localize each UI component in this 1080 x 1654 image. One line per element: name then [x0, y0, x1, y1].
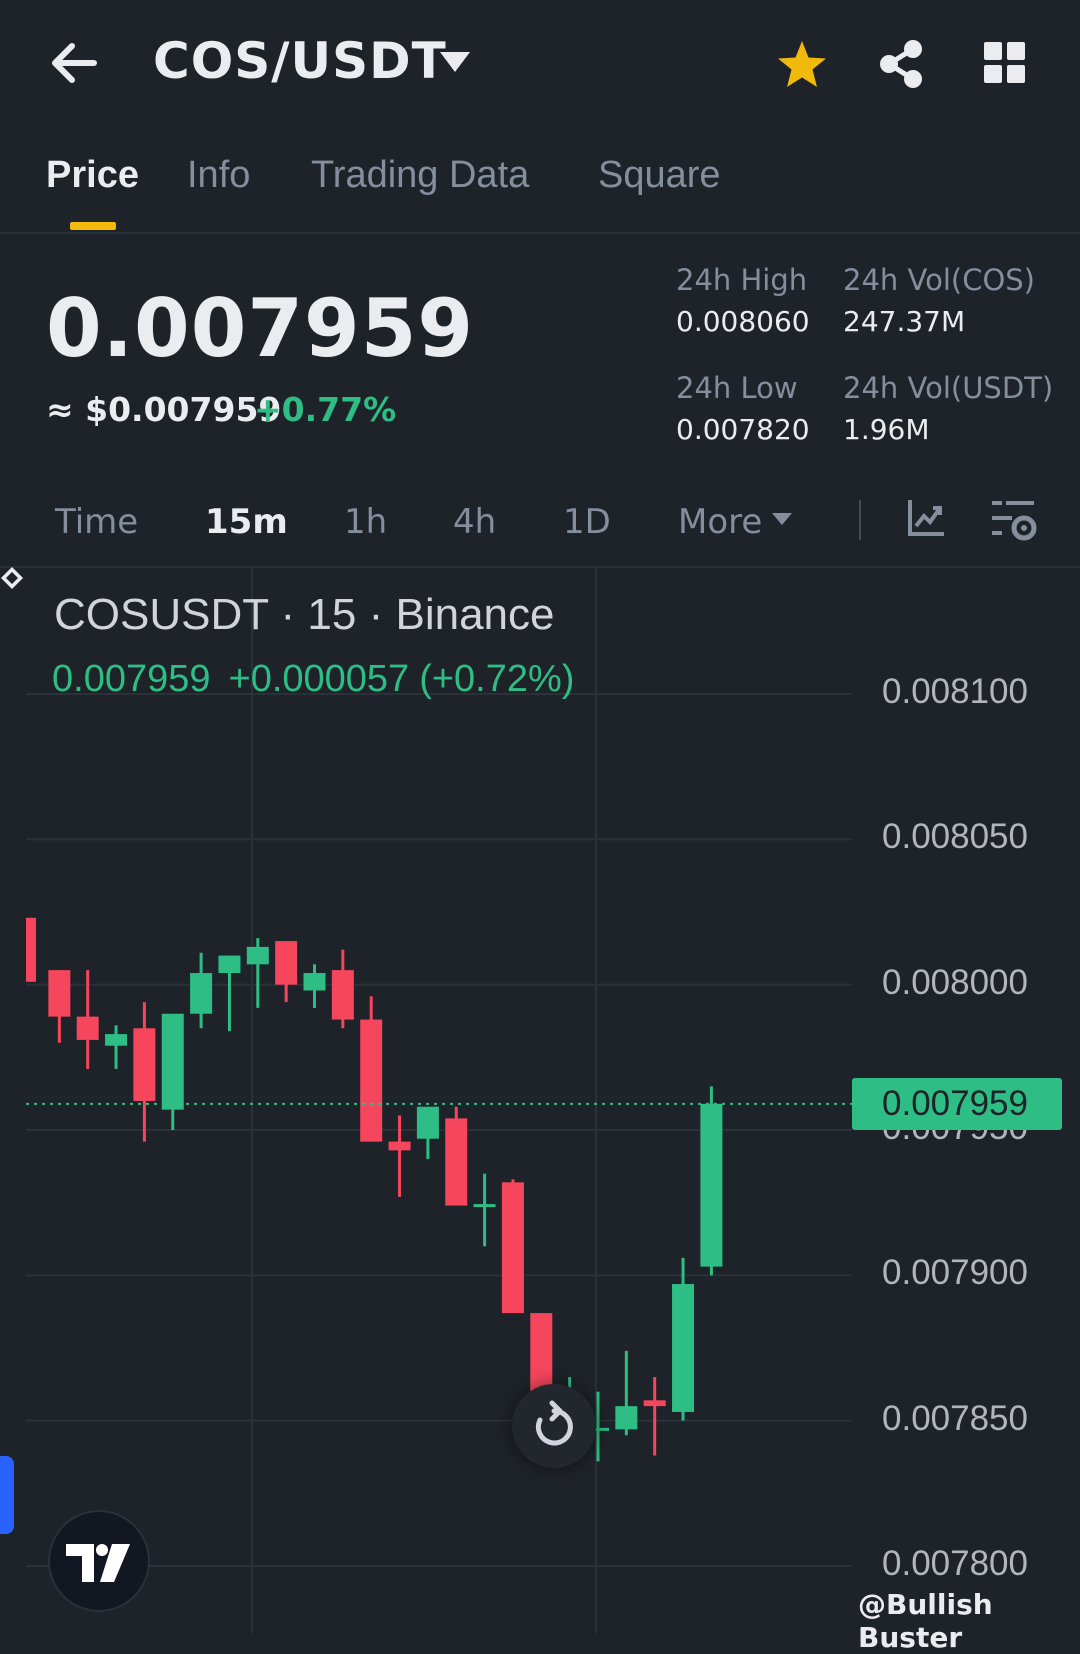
top-bar: COS/USDT: [0, 0, 1080, 130]
interval-4h[interactable]: 4h: [453, 502, 496, 542]
tab-bar: Price Info Trading Data Square: [0, 140, 1080, 234]
legend-change-abs: +0.000057: [228, 658, 410, 700]
candle-body-up: [473, 1204, 496, 1208]
interval-more[interactable]: More: [678, 502, 762, 542]
interval-1d[interactable]: 1D: [563, 502, 611, 542]
y-tick-label: 0.008000: [882, 962, 1028, 1002]
price-chart[interactable]: COSUSDT · 15 · Binance 0.007959 +0.000057…: [0, 566, 1080, 1654]
candle-body-up: [246, 946, 269, 965]
candle-body-up: [416, 1106, 439, 1139]
back-arrow-icon[interactable]: [48, 38, 104, 88]
candle-body-up: [615, 1406, 638, 1430]
indicator-icon[interactable]: [906, 498, 946, 538]
drawing-toolbar-handle[interactable]: [0, 1456, 14, 1534]
high-value: 0.008060: [676, 305, 810, 338]
tradingview-logo[interactable]: [48, 1510, 150, 1612]
candle-body-up: [218, 955, 241, 974]
chart-legend: 0.007959 +0.000057 (+0.72%): [52, 658, 592, 701]
candle-body-up: [303, 973, 326, 991]
tab-trading-data[interactable]: Trading Data: [311, 154, 529, 197]
legend-change-pct: (+0.72%): [419, 658, 575, 700]
current-price-label: 0.007959: [882, 1083, 1028, 1123]
y-tick-label: 0.007900: [882, 1253, 1028, 1293]
candle-body-down: [275, 941, 298, 985]
candle-body-up: [161, 1013, 184, 1110]
current-price-tag: 0.007959: [852, 1077, 1062, 1130]
fiat-price: ≈ $0.007959: [46, 390, 282, 429]
tab-square[interactable]: Square: [598, 154, 721, 197]
vol-base-label: 24h Vol(COS): [843, 263, 1035, 297]
candle-body-down: [388, 1141, 411, 1151]
candle-body-down: [643, 1400, 666, 1407]
y-tick-label: 0.007800: [882, 1544, 1028, 1583]
interval-time[interactable]: Time: [55, 502, 138, 542]
vol-quote-label: 24h Vol(USDT): [843, 371, 1054, 405]
interval-bar: Time 15m 1h 4h 1D More: [0, 490, 1080, 568]
candle-body-down: [501, 1182, 524, 1314]
watermark: @Bullish Buster: [858, 1588, 993, 1654]
interval-1h[interactable]: 1h: [344, 502, 387, 542]
candle-body-down: [133, 1028, 156, 1101]
candle-body-down: [360, 1019, 383, 1142]
candle-body-down: [76, 1016, 99, 1040]
divider: [859, 500, 861, 540]
y-tick-label: 0.008050: [882, 817, 1028, 857]
share-icon[interactable]: [875, 38, 927, 90]
low-label: 24h Low: [676, 371, 798, 405]
candle-body-up: [700, 1103, 723, 1267]
candle-body-up: [190, 973, 213, 1014]
candle-body-down: [445, 1118, 468, 1206]
chart-settings-icon[interactable]: [990, 498, 1038, 544]
binance-logo-icon: [1, 567, 23, 589]
legend-last: 0.007959: [52, 658, 211, 700]
last-price: 0.007959: [46, 282, 475, 375]
y-tick-label: 0.008100: [882, 672, 1028, 711]
vol-base-value: 247.37M: [843, 305, 966, 338]
y-tick-label: 0.007850: [882, 1398, 1028, 1438]
low-value: 0.007820: [676, 413, 810, 446]
tab-price[interactable]: Price: [46, 154, 139, 197]
tab-info[interactable]: Info: [187, 154, 250, 197]
chevron-down-icon[interactable]: [440, 52, 470, 72]
price-change-percent: +0.77%: [254, 390, 397, 429]
more-caret-icon[interactable]: [772, 513, 792, 525]
chart-symbol-line: COSUSDT · 15 · Binance: [54, 590, 555, 639]
candle-body-down: [331, 970, 354, 1020]
candle-body-down: [48, 970, 71, 1017]
candle-body-up: [672, 1284, 695, 1412]
star-icon[interactable]: [775, 38, 829, 92]
candle-body-down: [26, 917, 36, 982]
grid-icon[interactable]: [984, 42, 1026, 84]
interval-15m[interactable]: 15m: [205, 502, 288, 542]
vol-quote-value: 1.96M: [843, 413, 930, 446]
candle-body-up: [105, 1034, 128, 1046]
active-tab-indicator: [70, 222, 116, 230]
reset-chart-button[interactable]: [512, 1384, 596, 1468]
pair-title[interactable]: COS/USDT: [153, 32, 447, 90]
high-label: 24h High: [676, 263, 808, 297]
